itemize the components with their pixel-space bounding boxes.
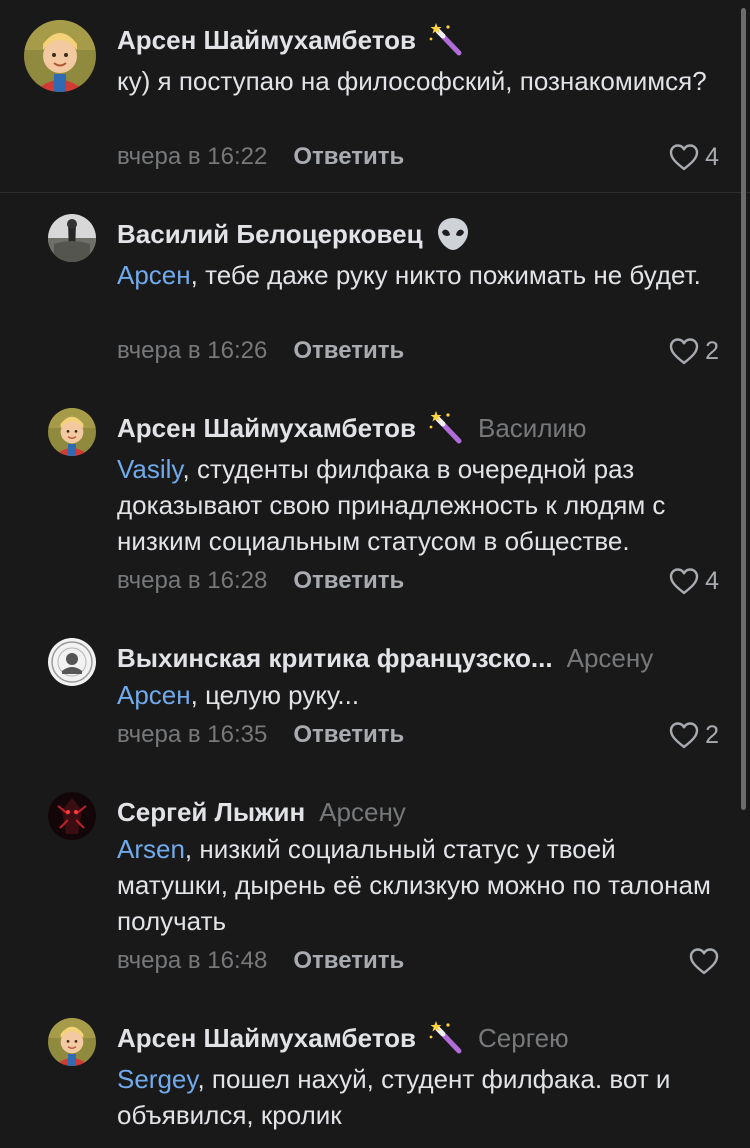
comment-meta: вчера в 16:35 Ответить bbox=[117, 717, 404, 753]
author-name[interactable]: Василий Белоцерковец bbox=[117, 219, 423, 250]
heart-icon bbox=[669, 568, 699, 595]
author-name[interactable]: Выхинская критика французско... bbox=[117, 643, 553, 674]
reply-to-label[interactable]: Сергею bbox=[478, 1023, 569, 1054]
thread-divider bbox=[0, 192, 750, 193]
mention-link[interactable]: Arsen bbox=[117, 834, 185, 864]
magic-wand-icon bbox=[428, 22, 464, 58]
reply-button[interactable]: Ответить bbox=[293, 947, 404, 975]
heart-icon bbox=[689, 948, 719, 975]
like-count: 2 bbox=[705, 720, 719, 749]
mention-link[interactable]: Vasily bbox=[117, 454, 183, 484]
magic-wand-icon bbox=[428, 1020, 464, 1056]
avatar[interactable] bbox=[48, 792, 96, 840]
author-name[interactable]: Сергей Лыжин bbox=[117, 797, 305, 828]
comment-text: Sergey, пошел нахуй, студент филфака. во… bbox=[117, 1064, 671, 1130]
like-count: 4 bbox=[705, 142, 719, 171]
reply-button[interactable]: Ответить bbox=[293, 337, 404, 365]
comment-time: вчера в 16:28 bbox=[117, 567, 268, 594]
mention-link[interactable]: Арсен bbox=[117, 680, 191, 710]
comments-feed: Арсен Шаймухамбетов ку) я поступаю на фи… bbox=[0, 0, 750, 1148]
comment-time: вчера в 16:48 bbox=[117, 947, 268, 974]
scrollbar[interactable] bbox=[741, 8, 746, 810]
mention-link[interactable]: Sergey bbox=[117, 1064, 197, 1094]
comment-text: Арсен, целую руку... bbox=[117, 680, 360, 710]
heart-icon bbox=[669, 722, 699, 749]
avatar[interactable] bbox=[24, 20, 96, 92]
like-count: 2 bbox=[705, 336, 719, 365]
reply-to-label[interactable]: Арсену bbox=[567, 643, 654, 674]
author-line: Арсен Шаймухамбетов bbox=[117, 20, 464, 60]
author-line: Арсен Шаймухамбетов Сергею bbox=[117, 1018, 569, 1058]
author-line: Василий Белоцерковец bbox=[117, 214, 471, 254]
author-line: Арсен Шаймухамбетов Василию bbox=[117, 408, 587, 448]
alien-icon bbox=[435, 216, 471, 252]
author-name[interactable]: Арсен Шаймухамбетов bbox=[117, 413, 416, 444]
like-button[interactable]: 2 bbox=[669, 333, 719, 369]
avatar[interactable] bbox=[48, 1018, 96, 1066]
reply-button[interactable]: Ответить bbox=[293, 721, 404, 749]
comment-text: Арсен, тебе даже руку никто пожимать не … bbox=[117, 260, 701, 290]
author-line: Сергей Лыжин Арсену bbox=[117, 792, 406, 832]
like-button[interactable]: 2 bbox=[669, 717, 719, 753]
comment-text: ку) я поступаю на философский, познакоми… bbox=[117, 66, 707, 96]
comment-time: вчера в 16:35 bbox=[117, 721, 268, 748]
comment-meta: вчера в 16:28 Ответить bbox=[117, 563, 404, 599]
comment-time: вчера в 16:22 bbox=[117, 143, 268, 170]
heart-icon bbox=[669, 144, 699, 171]
reply-to-label[interactable]: Арсену bbox=[319, 797, 406, 828]
like-button[interactable]: 4 bbox=[669, 563, 719, 599]
like-button[interactable]: 4 bbox=[669, 139, 719, 175]
comment-text: Vasily, студенты филфака в очередной раз… bbox=[117, 454, 666, 556]
reply-to-label[interactable]: Василию bbox=[478, 413, 587, 444]
comment-meta: вчера в 16:48 Ответить bbox=[117, 943, 404, 979]
author-name[interactable]: Арсен Шаймухамбетов bbox=[117, 1023, 416, 1054]
comment-meta: вчера в 16:22 Ответить bbox=[117, 139, 404, 175]
reply-button[interactable]: Ответить bbox=[293, 143, 404, 171]
like-button[interactable] bbox=[689, 943, 719, 979]
magic-wand-icon bbox=[428, 410, 464, 446]
avatar[interactable] bbox=[48, 408, 96, 456]
comment-meta: вчера в 16:26 Ответить bbox=[117, 333, 404, 369]
mention-link[interactable]: Арсен bbox=[117, 260, 191, 290]
avatar[interactable] bbox=[48, 214, 96, 262]
comment-text: Arsen, низкий социальный статус у твоей … bbox=[117, 834, 711, 936]
heart-icon bbox=[669, 338, 699, 365]
like-count: 4 bbox=[705, 566, 719, 595]
author-name[interactable]: Арсен Шаймухамбетов bbox=[117, 25, 416, 56]
avatar[interactable] bbox=[48, 638, 96, 686]
author-line: Выхинская критика французско... Арсену bbox=[117, 638, 653, 678]
reply-button[interactable]: Ответить bbox=[293, 567, 404, 595]
comment-time: вчера в 16:26 bbox=[117, 337, 268, 364]
